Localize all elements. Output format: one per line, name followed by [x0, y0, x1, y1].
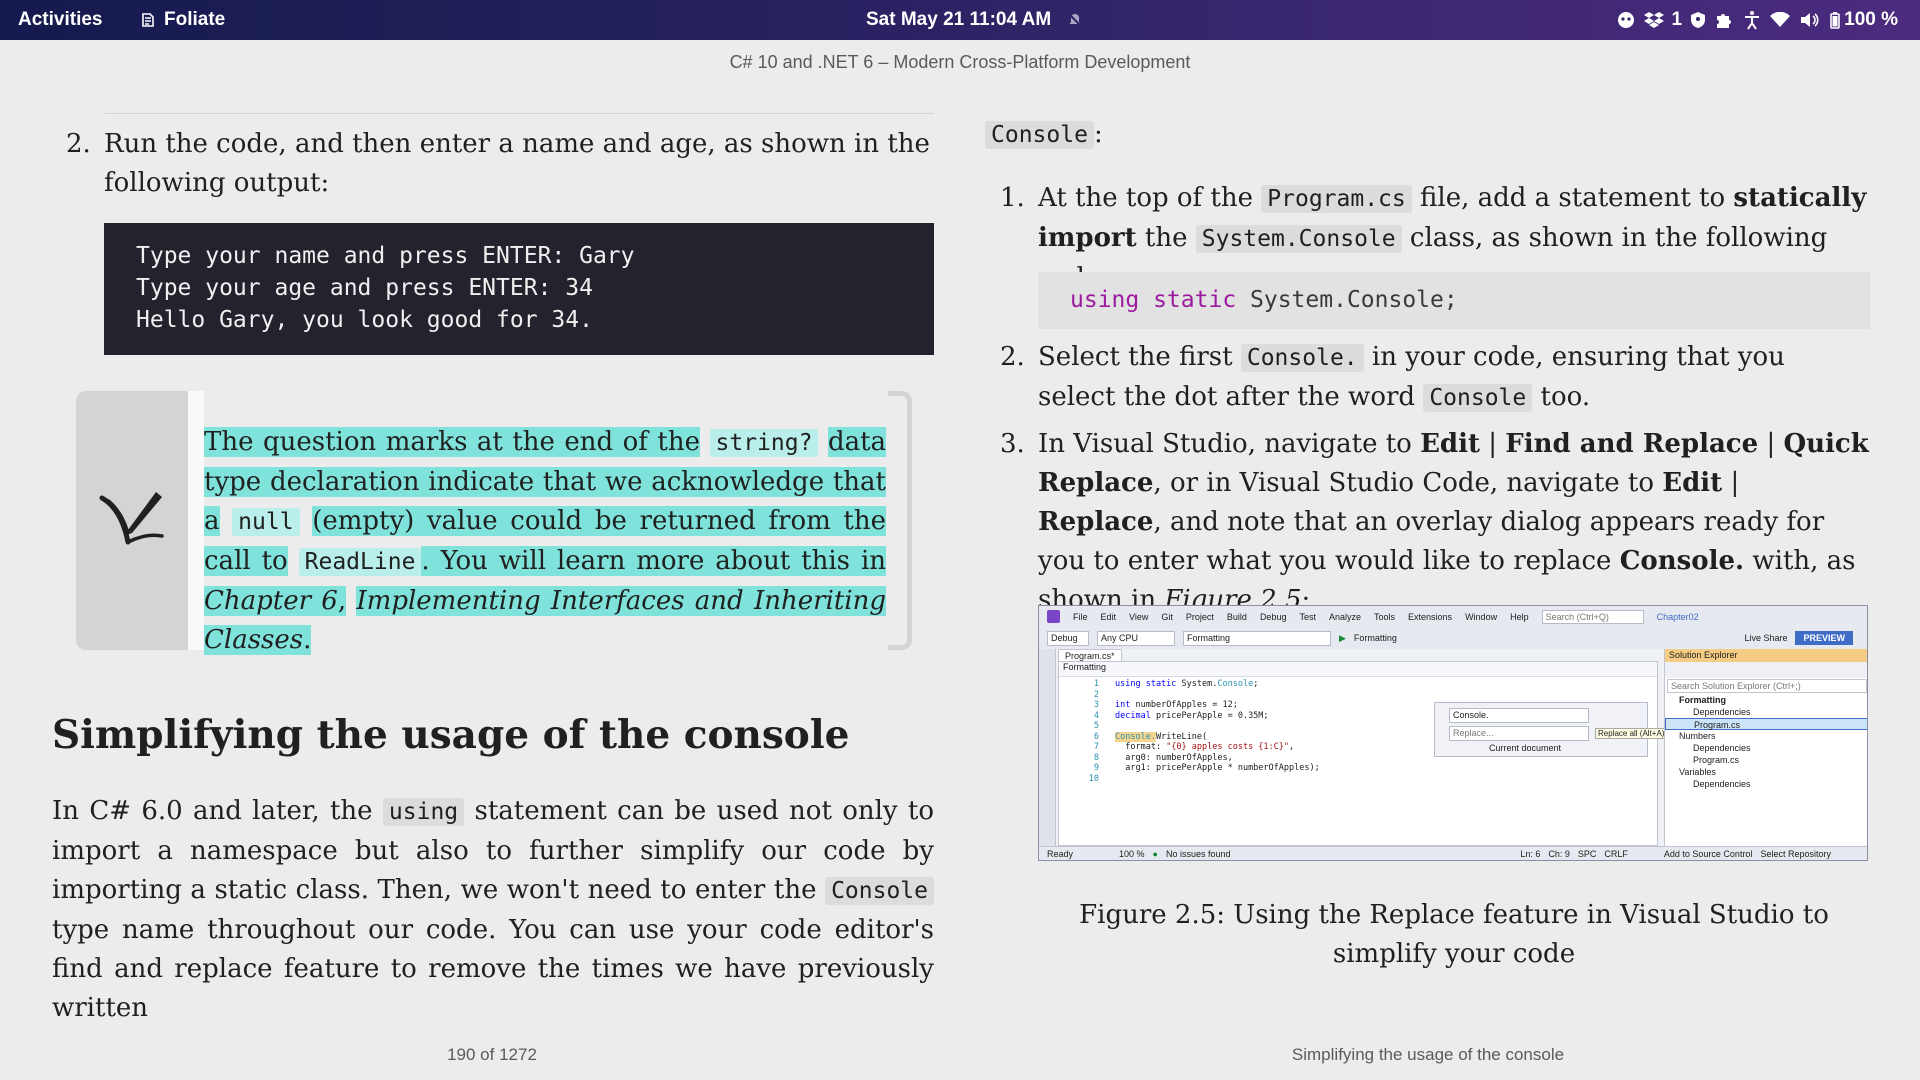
vs-menu-item: Tools	[1374, 611, 1396, 622]
vs-search-box: Search (Ctrl+Q)	[1541, 609, 1644, 624]
volume-icon	[1801, 13, 1819, 27]
vs-find-input: Console.	[1449, 708, 1589, 723]
section-divider	[105, 113, 934, 114]
book-title: C# 10 and .NET 6 – Modern Cross-Platform…	[729, 52, 1191, 72]
section-heading: Simplifying the usage of the console	[52, 712, 850, 758]
notification-count[interactable]: 1	[1672, 9, 1683, 31]
vs-nav-bar: Formatting	[1059, 662, 1657, 677]
vs-solution-name: Chapter02	[1656, 611, 1699, 622]
using-static-code-block: using static System.Console;	[1038, 272, 1870, 329]
vs-status-ready: Ready	[1047, 849, 1074, 859]
note-pen-icon	[98, 486, 166, 552]
console-output-block: Type your name and press ENTER: Gary Typ…	[104, 223, 934, 355]
vs-live-share: Live Share	[1744, 633, 1788, 643]
vs-solution-toolbar	[1665, 662, 1867, 678]
vs-config-combo: Debug	[1047, 630, 1089, 646]
wifi-icon	[1770, 12, 1791, 27]
do-not-disturb-icon	[1067, 12, 1083, 28]
vs-solution-tree: Formatting Dependencies Program.cs Numbe…	[1665, 694, 1867, 790]
note-box: The question marks at the end of the str…	[76, 391, 912, 655]
clock-button[interactable]: Sat May 21 11:04 AM	[866, 0, 1083, 40]
battery-percent: 100 %	[1844, 9, 1898, 30]
console-continuation: Console:	[985, 115, 1103, 155]
chapter-section-label: Simplifying the usage of the console	[1291, 1045, 1565, 1064]
status-icons[interactable]: 100 %	[1770, 9, 1898, 31]
system-tray: 1 100 %	[1616, 0, 1898, 40]
step-number: 1.	[1000, 183, 1025, 213]
vs-menu-item: Extensions	[1408, 611, 1453, 622]
vs-spc: SPC	[1577, 849, 1597, 859]
step-text: Run the code, and then enter a name and …	[104, 129, 930, 198]
vs-startup-combo: Formatting	[1183, 630, 1331, 646]
vs-replace-input: Replace...	[1449, 726, 1589, 741]
step-number: 2.	[1000, 342, 1025, 372]
vpn-shield-icon[interactable]	[1690, 11, 1706, 29]
battery-icon	[1830, 11, 1840, 29]
vs-line: Ln: 6	[1520, 849, 1541, 859]
vs-scope-label: Current document	[1489, 743, 1562, 753]
vs-menubar: File Edit View Git Project Build Debug T…	[1039, 606, 1867, 627]
vs-toolbox-strip	[1039, 649, 1056, 846]
extensions-puzzle-icon[interactable]	[1714, 10, 1734, 30]
vs-add-source-control: Add to Source Control	[1663, 849, 1753, 859]
activities-button[interactable]: Activities	[18, 0, 102, 40]
vs-solution-search: Search Solution Explorer (Ctrl+;)	[1667, 679, 1867, 693]
vs-solution-explorer: Solution Explorer Search Solution Explor…	[1664, 649, 1867, 846]
vs-menu-item: File	[1073, 611, 1088, 622]
vs-status-bar: Ready 100 % ● No issues found Ln: 6 Ch: 9…	[1039, 846, 1867, 860]
vs-zoom: 100 %	[1119, 849, 1145, 859]
vs-code-lines: 1 using static System.Console; 2 3 int numbe…	[1088, 679, 1320, 784]
vs-menu-item: Analyze	[1328, 611, 1362, 622]
page-position: 190 of 1272	[447, 1045, 537, 1064]
gamepad-indicator-icon[interactable]	[1616, 10, 1636, 30]
vs-menu-item: Help	[1510, 611, 1529, 622]
step-number: 3.	[1000, 429, 1025, 459]
vs-menu-item: Edit	[1100, 611, 1117, 622]
clock-label: Sat May 21 11:04 AM	[866, 9, 1052, 30]
vs-menu-item: Test	[1299, 611, 1316, 622]
vs-col: Ch: 9	[1548, 849, 1570, 859]
step-text: Select the first Console. in your code, …	[1038, 342, 1785, 412]
step-number: 2.	[66, 129, 91, 159]
section-paragraph: In C# 6.0 and later, the using statement…	[52, 796, 935, 1023]
vs-run-label: Formatting	[1353, 633, 1397, 643]
vs-menu-item: Git	[1161, 611, 1173, 622]
top-bar: Activities Foliate Sat May 21 11:04 AM 1	[0, 0, 1920, 40]
vs-preview-badge: PREVIEW	[1795, 631, 1853, 645]
vs-menu-item: Project	[1185, 611, 1214, 622]
vs-quick-replace-dialog: Console. Replace... Current document Rep…	[1434, 702, 1668, 757]
vs-platform-combo: Any CPU	[1097, 630, 1175, 646]
figure-visual-studio-screenshot: File Edit View Git Project Build Debug T…	[1038, 605, 1868, 861]
figure-caption: Figure 2.5: Using the Replace feature in…	[1079, 900, 1829, 969]
app-menu-button[interactable]: Foliate	[140, 0, 225, 40]
vs-crlf: CRLF	[1604, 849, 1628, 859]
vs-menu-item: View	[1129, 611, 1149, 622]
note-text: The question marks at the end of the str…	[204, 427, 887, 655]
vs-solution-explorer-title: Solution Explorer	[1665, 649, 1867, 662]
vs-menu-item: Debug	[1259, 611, 1287, 622]
dropbox-icon[interactable]	[1643, 11, 1664, 29]
note-bracket	[888, 391, 912, 650]
app-name-label: Foliate	[164, 9, 226, 30]
vs-issues: No issues found	[1165, 849, 1231, 859]
foliate-app-icon	[140, 12, 156, 28]
vs-menu-item: Window	[1465, 611, 1498, 622]
vs-run-icon: ▶	[1339, 632, 1346, 643]
vs-menu-item: Build	[1226, 611, 1247, 622]
vs-logo-icon	[1047, 610, 1060, 623]
accessibility-icon[interactable]	[1742, 10, 1762, 30]
step-text: In Visual Studio, navigate to Edit | Fin…	[1038, 429, 1869, 615]
vs-select-repository: Select Repository	[1760, 849, 1831, 859]
vs-replace-all-tooltip: Replace all (Alt+A)	[1595, 728, 1668, 739]
vs-toolbar: Debug Any CPU Formatting ▶ Formatting Li…	[1039, 627, 1867, 649]
activities-label: Activities	[18, 9, 103, 30]
